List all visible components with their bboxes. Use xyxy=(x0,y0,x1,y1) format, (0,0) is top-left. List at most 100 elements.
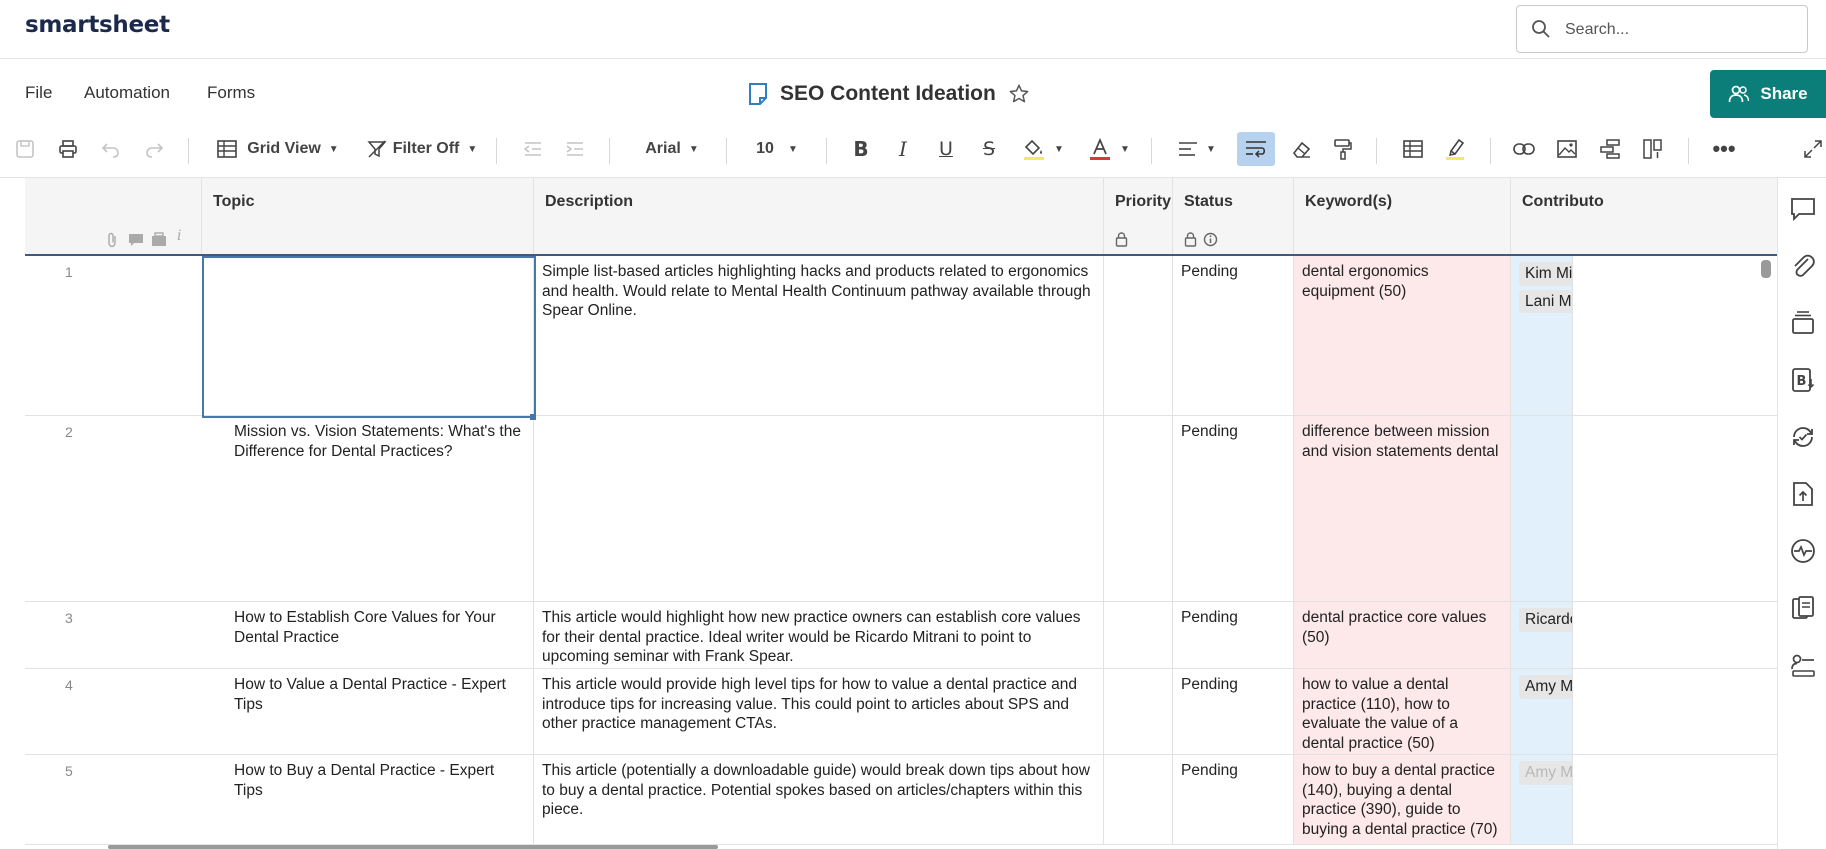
cell-priority[interactable] xyxy=(1104,755,1173,844)
row-number[interactable]: 3 xyxy=(25,610,201,626)
column-title-contributor: Contributo xyxy=(1522,193,1604,210)
filter-dropdown[interactable]: Filter Off ▼ xyxy=(366,132,478,166)
cell-description[interactable]: This article would provide high level ti… xyxy=(534,669,1104,754)
column-title-keywords: Keyword(s) xyxy=(1305,193,1393,210)
toolbar-divider xyxy=(826,138,827,164)
cell-contributors[interactable]: Kim Mill Lani Mo xyxy=(1511,256,1573,415)
cell-contributors[interactable]: Amy Mo xyxy=(1511,755,1573,844)
row-number[interactable]: 1 xyxy=(25,264,201,280)
row-number[interactable]: 4 xyxy=(25,677,201,693)
smartsheet-logo[interactable]: smartsheet xyxy=(25,12,170,38)
more-options-icon[interactable]: ••• xyxy=(1711,132,1737,166)
table-row[interactable]: 2 Mission vs. Vision Statements: What's t… xyxy=(25,416,1777,602)
cell-text: how to buy a dental practice (140), buyi… xyxy=(1302,762,1498,838)
column-contributor[interactable]: Contributo xyxy=(1511,178,1777,254)
cell-status[interactable]: Pending xyxy=(1173,602,1294,668)
search-input[interactable] xyxy=(1565,18,1785,42)
conversations-icon[interactable] xyxy=(1790,196,1816,222)
italic-icon[interactable]: I xyxy=(890,132,916,166)
undo-icon[interactable] xyxy=(98,132,124,166)
row-number[interactable]: 5 xyxy=(25,763,201,779)
eraser-icon[interactable] xyxy=(1288,132,1314,166)
table-row[interactable]: 3 How to Establish Core Values for Your D… xyxy=(25,602,1777,669)
row-hierarchy-icon[interactable] xyxy=(1597,132,1623,166)
format-painter-icon[interactable] xyxy=(1330,132,1356,166)
fill-color-dropdown[interactable]: ▼ xyxy=(1020,132,1066,166)
column-description[interactable]: Description xyxy=(534,178,1104,254)
cell-status[interactable]: Pending xyxy=(1173,256,1294,415)
table-format-icon[interactable] xyxy=(1400,132,1426,166)
cell-description[interactable]: This article would highlight how new pra… xyxy=(534,602,1104,668)
cell-topic[interactable]: How to Buy a Dental Practice - Expert Ti… xyxy=(202,755,534,844)
publish-icon[interactable] xyxy=(1790,481,1816,507)
save-icon[interactable] xyxy=(12,132,38,166)
vertical-scrollbar[interactable] xyxy=(1761,260,1771,278)
bold-icon[interactable]: B xyxy=(848,132,874,166)
expand-icon[interactable] xyxy=(1802,132,1824,166)
menu-file[interactable]: File xyxy=(25,83,52,103)
cell-priority[interactable] xyxy=(1104,669,1173,754)
wrap-text-icon[interactable] xyxy=(1237,132,1275,166)
font-family-dropdown[interactable]: Arial ▼ xyxy=(634,132,710,166)
grid-view-dropdown[interactable]: Grid View ▼ xyxy=(212,132,344,166)
column-status[interactable]: Status xyxy=(1173,178,1294,254)
cell-contributors[interactable]: Ricardo xyxy=(1511,602,1573,668)
cell-priority[interactable] xyxy=(1104,602,1173,668)
cell-keywords[interactable]: how to value a dental practice (110), ho… xyxy=(1294,669,1511,754)
table-row[interactable]: 5 How to Buy a Dental Practice - Expert T… xyxy=(25,755,1777,845)
cell-keywords[interactable]: difference between mission and vision st… xyxy=(1294,416,1511,601)
redo-icon[interactable] xyxy=(141,132,167,166)
cell-priority[interactable] xyxy=(1104,416,1173,601)
share-button[interactable]: Share xyxy=(1710,70,1826,118)
link-icon[interactable] xyxy=(1511,132,1537,166)
align-dropdown[interactable]: ▼ xyxy=(1174,132,1220,166)
cell-status[interactable]: Pending xyxy=(1173,416,1294,601)
cell-text: Pending xyxy=(1181,263,1238,280)
column-topic[interactable]: Topic xyxy=(202,178,534,254)
underline-icon[interactable]: U xyxy=(933,132,959,166)
menu-forms[interactable]: Forms xyxy=(207,83,255,103)
cell-topic[interactable]: How to Establish Core Values for Your De… xyxy=(202,602,534,668)
chevron-down-icon: ▼ xyxy=(688,143,699,155)
cell-keywords[interactable]: dental ergonomics equipment (50) xyxy=(1294,256,1511,415)
column-priority[interactable]: Priority xyxy=(1104,178,1173,254)
cell-topic[interactable]: How to Value a Dental Practice - Expert … xyxy=(202,669,534,754)
people-panel-icon[interactable] xyxy=(1790,652,1816,678)
attachments-icon[interactable] xyxy=(1790,253,1816,279)
cell-keywords[interactable]: dental practice core values (50) xyxy=(1294,602,1511,668)
activity-sync-icon[interactable] xyxy=(1790,424,1816,450)
search-box[interactable] xyxy=(1516,5,1808,53)
cell-text: Pending xyxy=(1181,762,1238,779)
cell-description[interactable]: This article (potentially a downloadable… xyxy=(534,755,1104,844)
image-icon[interactable] xyxy=(1554,132,1580,166)
forms-panel-icon[interactable] xyxy=(1790,595,1816,621)
cell-priority[interactable] xyxy=(1104,256,1173,415)
cell-description[interactable]: Simple list-based articles highlighting … xyxy=(534,256,1104,415)
indent-icon[interactable] xyxy=(562,132,588,166)
cell-topic[interactable]: Mission vs. Vision Statements: What's th… xyxy=(202,416,534,601)
strikethrough-icon[interactable]: S xyxy=(976,132,1002,166)
cell-contributors[interactable] xyxy=(1511,416,1573,601)
cell-contributors[interactable]: Amy Mo xyxy=(1511,669,1573,754)
proofs-icon[interactable] xyxy=(1790,310,1816,336)
table-row[interactable]: 4 How to Value a Dental Practice - Expert… xyxy=(25,669,1777,755)
cell-description[interactable] xyxy=(534,416,1104,601)
column-keywords[interactable]: Keyword(s) xyxy=(1294,178,1511,254)
column-layout-icon[interactable] xyxy=(1640,132,1666,166)
print-icon[interactable] xyxy=(55,132,81,166)
cell-status[interactable]: Pending xyxy=(1173,755,1294,844)
fill-handle[interactable] xyxy=(530,414,536,420)
cell-keywords[interactable]: how to buy a dental practice (140), buyi… xyxy=(1294,755,1511,844)
sheet-title[interactable]: SEO Content Ideation xyxy=(780,82,996,106)
cell-status[interactable]: Pending xyxy=(1173,669,1294,754)
font-size-dropdown[interactable]: 10 ▼ xyxy=(750,132,804,166)
text-color-dropdown[interactable]: ▼ xyxy=(1086,132,1132,166)
highlight-icon[interactable] xyxy=(1442,132,1468,166)
summary-icon[interactable]: B xyxy=(1790,367,1816,393)
horizontal-scrollbar[interactable] xyxy=(108,845,718,849)
menu-automation[interactable]: Automation xyxy=(84,83,170,103)
outdent-icon[interactable] xyxy=(520,132,546,166)
star-icon[interactable] xyxy=(1008,83,1030,105)
row-number[interactable]: 2 xyxy=(25,424,201,440)
activity-log-icon[interactable] xyxy=(1790,538,1816,564)
